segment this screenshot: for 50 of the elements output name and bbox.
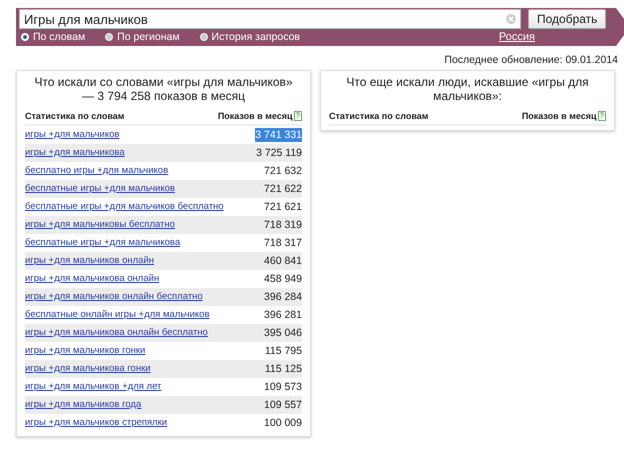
phrase-link[interactable]: игры +для мальчикова онлайн (25, 272, 160, 286)
phrase-link[interactable]: бесплатные игры +для мальчикова (25, 236, 180, 250)
search-field[interactable]: Игры для мальчиков (19, 9, 521, 29)
count-text: 395 046 (264, 326, 302, 340)
column-header: Показов в месяц (218, 111, 293, 121)
phrase-link[interactable]: игры +для мальчиковы бесплатно (25, 218, 175, 232)
help-icon[interactable]: ? (598, 111, 606, 121)
count-text: 100 009 (264, 416, 302, 430)
region-link[interactable]: Россия (498, 31, 535, 43)
count-text: 718 317 (264, 236, 302, 250)
count-text: 3 725 119 (256, 146, 302, 160)
radio-option[interactable]: По регионам (105, 31, 180, 43)
panel-title: Что еще искали люди, искавшие «игры для мальчиков»: (345, 75, 590, 105)
count-text: 458 949 (264, 272, 302, 286)
phrase-link[interactable]: игры +для мальчиков (25, 128, 120, 142)
phrase-link[interactable]: игры +для мальчикова (25, 146, 125, 160)
count-text: 721 622 (264, 182, 302, 196)
submit-button[interactable]: Подобрать (528, 9, 606, 29)
count-text: 718 319 (264, 218, 302, 232)
column-header: Статистика по словам (25, 111, 124, 121)
clear-icon[interactable] (506, 14, 516, 24)
count-text: 3 741 331 (255, 128, 302, 142)
count-text: 115 125 (264, 362, 302, 376)
count-text: 109 557 (264, 398, 302, 412)
radio-option[interactable]: История запросов (200, 31, 300, 43)
count-text: 109 573 (264, 380, 302, 394)
phrase-link[interactable]: бесплатные игры +для мальчиков бесплатно (25, 200, 224, 214)
update-date: Последнее обновление: 09.01.2014 (443, 53, 619, 66)
phrase-link[interactable]: бесплатные игры +для мальчиков (25, 182, 175, 196)
phrase-link[interactable]: игры +для мальчиков онлайн (25, 254, 154, 268)
phrase-link[interactable]: бесплатно игры +для мальчиков (25, 164, 168, 178)
column-header: Показов в месяц (522, 111, 597, 121)
phrase-link[interactable]: игры +для мальчиков стрепялки (25, 416, 168, 430)
count-text: 396 284 (264, 290, 302, 304)
count-text: 721 632 (264, 164, 302, 178)
phrase-link[interactable]: игры +для мальчикова онлайн бесплатно (25, 326, 208, 340)
help-icon[interactable]: ? (294, 111, 302, 121)
count-text: 396 281 (264, 308, 302, 322)
phrase-link[interactable]: игры +для мальчикова гонки (25, 362, 151, 376)
phrase-link[interactable]: игры +для мальчиков года (25, 398, 142, 412)
count-text: 721 621 (264, 200, 302, 214)
phrase-link[interactable]: игры +для мальчиков гонки (25, 344, 146, 358)
radio-option[interactable]: По словам (21, 31, 86, 43)
phrase-link[interactable]: игры +для мальчиков онлайн бесплатно (25, 290, 203, 304)
count-text: 460 841 (264, 254, 302, 268)
column-header: Статистика по словам (329, 111, 428, 121)
phrase-link[interactable]: бесплатные онлайн игры +для мальчиков (25, 308, 210, 322)
count-text: 115 795 (264, 344, 302, 358)
panel-title: Что искали со словами «игры для мальчиков» — 3 794 258 показов в месяц (33, 75, 294, 105)
phrase-link[interactable]: игры +для мальчиков +для лет (25, 380, 162, 394)
